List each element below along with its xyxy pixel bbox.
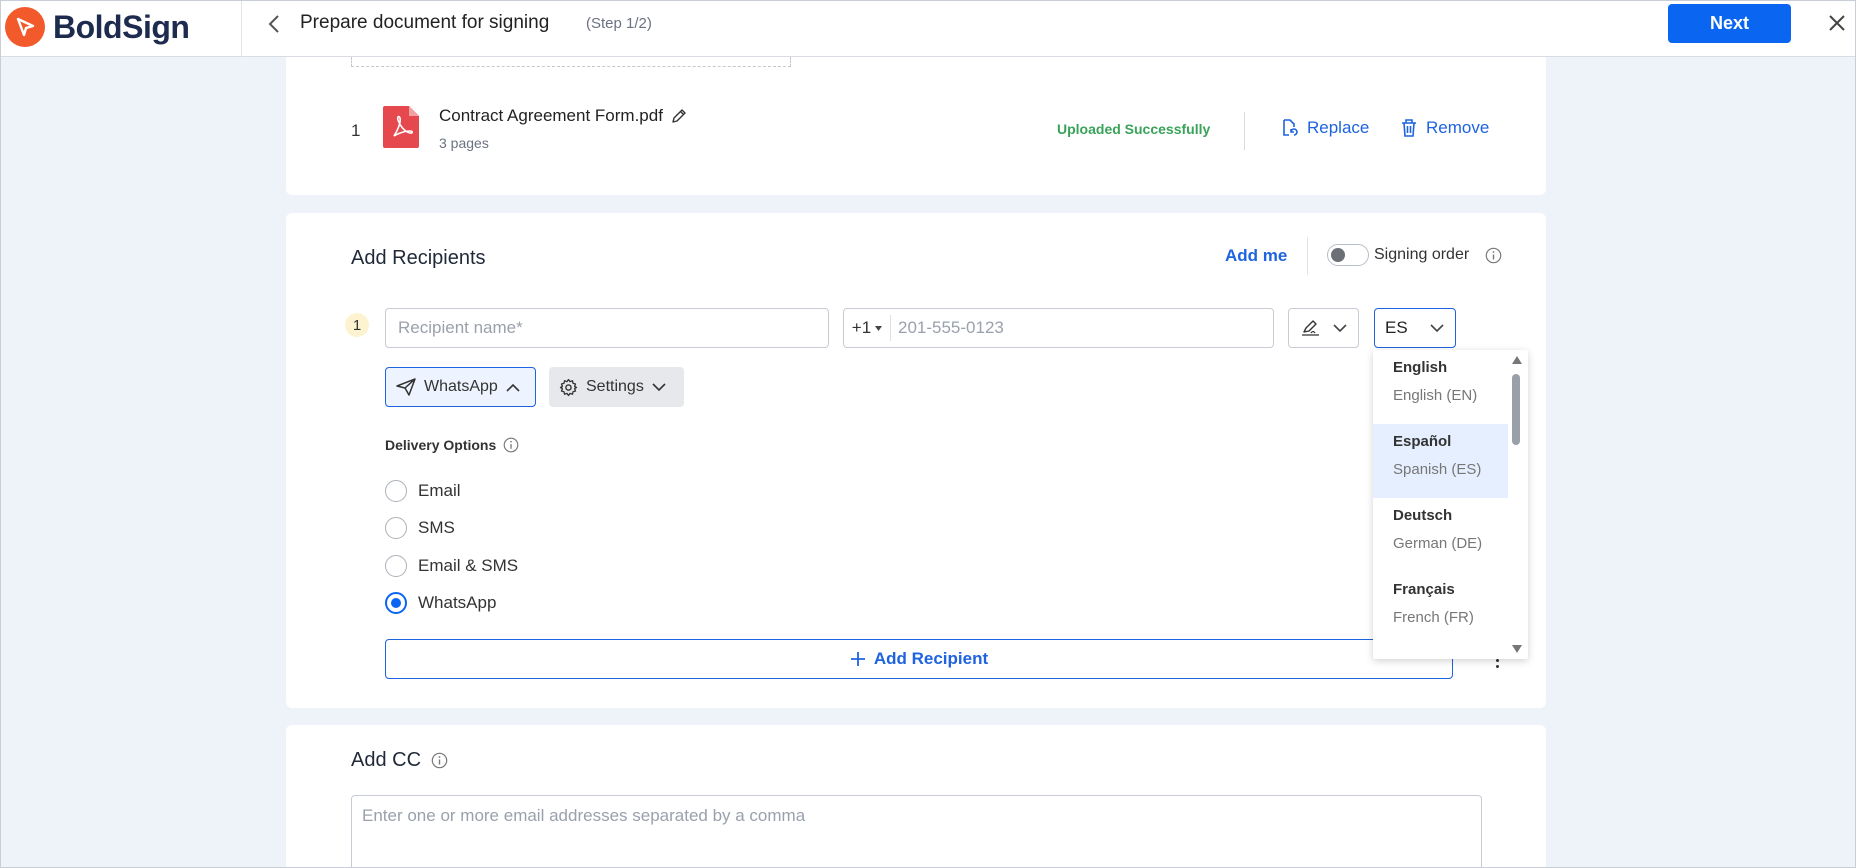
replace-button[interactable]: Replace: [1279, 118, 1369, 138]
chevron-down-icon: [652, 382, 666, 391]
trash-icon: [1402, 119, 1416, 137]
language-option-code: English (EN): [1393, 387, 1478, 404]
recipient-index-badge: 1: [345, 313, 369, 337]
file-name: Contract Agreement Form.pdf: [439, 106, 687, 126]
file-name-text: Contract Agreement Form.pdf: [439, 106, 663, 125]
delivery-option-email[interactable]: Email: [385, 480, 461, 502]
recipient-settings-button[interactable]: Settings: [549, 367, 684, 407]
cc-title-text: Add CC: [351, 749, 422, 771]
scroll-down-arrow-icon[interactable]: [1511, 644, 1523, 654]
language-select[interactable]: ES: [1374, 308, 1456, 348]
file-index: 1: [351, 121, 361, 140]
send-icon: [396, 378, 416, 396]
add-me-link[interactable]: Add me: [1225, 246, 1287, 266]
delivery-option-label: Email: [418, 481, 461, 500]
upload-status: Uploaded Successfully: [1057, 121, 1211, 137]
language-option-name: Deutsch: [1393, 507, 1453, 524]
logo-text: BoldSign: [53, 8, 190, 45]
radio-button[interactable]: [385, 555, 407, 577]
add-recipient-button[interactable]: Add Recipient: [385, 639, 1453, 679]
recipients-card: Add Recipients Add me Signing order 1 +1: [286, 213, 1546, 708]
scroll-up-arrow-icon[interactable]: [1511, 355, 1523, 365]
delivery-option-sms[interactable]: SMS: [385, 517, 455, 539]
signing-order-label: Signing order: [1374, 246, 1470, 263]
language-dropdown-menu: English English (EN) Español Spanish (ES…: [1373, 350, 1528, 659]
top-header: BoldSign Prepare document for signing (S…: [1, 1, 1855, 57]
language-option-english[interactable]: English English (EN): [1373, 350, 1508, 424]
language-option-code: French (FR): [1393, 609, 1474, 626]
page-title: Prepare document for signing: [300, 12, 550, 33]
recipient-name-input[interactable]: [385, 308, 829, 348]
pdf-file-icon: [383, 106, 419, 148]
file-page-count: 3 pages: [439, 135, 489, 151]
language-option-name: Français: [1393, 581, 1455, 598]
boldsign-logo-icon: [5, 7, 45, 47]
uploaded-file-card: 1 Contract Agreement Form.pdf 3 pages Up…: [286, 57, 1546, 195]
language-option-deutsch[interactable]: Deutsch German (DE): [1373, 498, 1508, 572]
country-code-value: +1: [851, 318, 872, 337]
delivery-info-icon[interactable]: [503, 437, 519, 453]
cc-info-icon[interactable]: [431, 752, 448, 769]
file-actions-divider: [1244, 112, 1245, 150]
chevron-down-icon: [1430, 323, 1444, 332]
signer-role-select[interactable]: [1288, 308, 1359, 348]
gear-icon: [559, 378, 578, 396]
file-drop-zone[interactable]: [351, 57, 791, 67]
chevron-left-icon: [268, 15, 279, 33]
header-divider: [241, 1, 242, 57]
close-button[interactable]: [1823, 9, 1851, 37]
replace-label: Replace: [1307, 118, 1370, 137]
radio-button-selected[interactable]: [385, 592, 407, 614]
language-option-name: Español: [1393, 433, 1452, 450]
radio-button[interactable]: [385, 517, 407, 539]
chevron-down-icon: [1332, 323, 1347, 332]
back-button[interactable]: [259, 9, 289, 39]
step-indicator: (Step 1/2): [586, 15, 652, 32]
caret-down-icon: [875, 325, 883, 331]
delivery-option-label: WhatsApp: [418, 593, 497, 612]
radio-button[interactable]: [385, 480, 407, 502]
language-option-code: German (DE): [1393, 535, 1483, 552]
recipients-title: Add Recipients: [351, 247, 486, 269]
cc-email-input[interactable]: [351, 795, 1482, 867]
toggle-knob: [1331, 248, 1345, 262]
remove-label: Remove: [1426, 118, 1490, 137]
delivery-option-email-sms[interactable]: Email & SMS: [385, 555, 518, 577]
cc-card: Add CC: [286, 725, 1546, 867]
next-button[interactable]: Next: [1668, 4, 1791, 43]
plus-icon: [850, 652, 865, 666]
chevron-up-icon: [506, 383, 520, 392]
language-option-espanol[interactable]: Español Spanish (ES): [1373, 424, 1508, 498]
country-code-select[interactable]: +1: [844, 315, 891, 341]
signing-order-info-icon[interactable]: [1485, 247, 1502, 264]
signature-pen-icon: [1301, 320, 1319, 336]
recipients-header-divider: [1307, 237, 1308, 275]
recipient-phone-field: +1: [843, 308, 1274, 348]
delivery-method-label: WhatsApp: [424, 378, 498, 395]
delivery-option-whatsapp[interactable]: WhatsApp: [385, 592, 496, 614]
remove-button[interactable]: Remove: [1400, 118, 1489, 138]
delivery-option-label: Email & SMS: [418, 556, 519, 575]
add-recipient-label: Add Recipient: [873, 649, 989, 668]
app-window: BoldSign Prepare document for signing (S…: [0, 0, 1856, 868]
language-option-code: Spanish (ES): [1393, 461, 1482, 478]
boldsign-logo[interactable]: BoldSign: [5, 5, 190, 49]
replace-file-icon: [1283, 119, 1298, 136]
delivery-options-text: Delivery Options: [385, 437, 497, 453]
phone-number-input[interactable]: [891, 318, 1261, 338]
edit-pencil-icon[interactable]: [671, 108, 687, 124]
settings-label: Settings: [586, 378, 644, 395]
delivery-options-label: Delivery Options: [385, 437, 519, 453]
dropdown-scrollbar-thumb[interactable]: [1512, 374, 1520, 445]
language-select-value: ES: [1385, 318, 1408, 337]
signing-order-toggle[interactable]: [1327, 244, 1369, 266]
delivery-option-label: SMS: [418, 518, 455, 537]
close-icon: [1829, 15, 1845, 31]
language-option-francais[interactable]: Français French (FR): [1373, 572, 1508, 646]
cc-title: Add CC: [351, 749, 448, 772]
delivery-method-button[interactable]: WhatsApp: [385, 367, 536, 407]
language-option-name: English: [1393, 359, 1448, 376]
